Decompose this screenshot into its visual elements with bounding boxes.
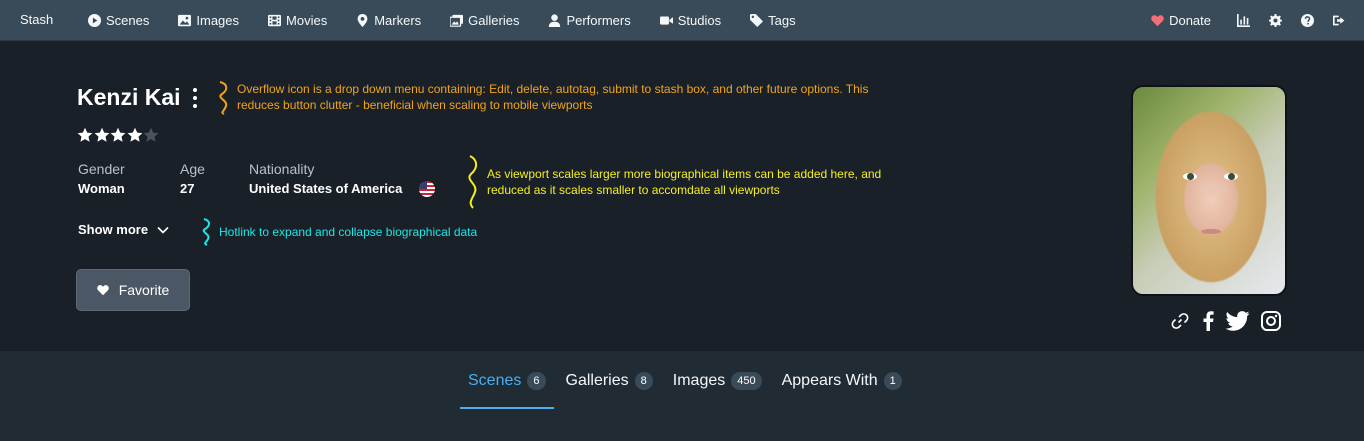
link-icon[interactable]: [1170, 311, 1190, 331]
show-more-link[interactable]: Show more: [78, 222, 169, 237]
bio-value-nationality: United States of America: [249, 181, 403, 196]
count-badge: 1: [883, 371, 902, 390]
star-empty-icon[interactable]: [143, 127, 159, 143]
performer-tabs: Scenes 6 Galleries 8 Images 450 Appears …: [460, 351, 914, 409]
help-icon[interactable]: [1301, 14, 1314, 27]
tab-appears-with[interactable]: Appears With 1: [774, 352, 910, 409]
tab-galleries[interactable]: Galleries 8: [558, 352, 661, 409]
nav-items: Scenes Images Movies Markers Galleries P…: [88, 0, 825, 41]
tag-icon: [750, 14, 764, 27]
logout-icon[interactable]: [1333, 14, 1346, 27]
performer-tabs-bar: Scenes 6 Galleries 8 Images 450 Appears …: [0, 351, 1364, 441]
star-filled-icon[interactable]: [110, 127, 126, 143]
twitter-icon[interactable]: [1226, 311, 1250, 331]
favorite-button[interactable]: Favorite: [76, 269, 190, 311]
count-badge: 8: [634, 371, 653, 390]
nav-tags[interactable]: Tags: [750, 13, 796, 28]
nav-performers[interactable]: Performers: [548, 13, 631, 28]
count-badge: 6: [527, 371, 546, 390]
rating-stars[interactable]: [77, 127, 160, 143]
annotation-hotlink: Hotlink to expand and collapse biographi…: [219, 225, 478, 239]
star-filled-icon[interactable]: [127, 127, 143, 143]
map-marker-icon: [357, 14, 368, 27]
top-navbar: Stash Scenes Images Movies Markers Galle…: [0, 0, 1364, 41]
bio-value-gender: Woman: [78, 181, 125, 196]
portrait-eye: [1224, 173, 1238, 180]
chevron-down-icon: [157, 226, 169, 234]
video-icon: [659, 16, 673, 25]
annotation-squiggle-yellow: [468, 155, 478, 209]
social-links: [1170, 311, 1292, 331]
nav-right: Donate: [1151, 0, 1346, 41]
performer-portrait[interactable]: [1131, 85, 1287, 296]
nav-markers[interactable]: Markers: [356, 13, 421, 28]
gear-icon[interactable]: [1269, 14, 1282, 27]
nav-studios[interactable]: Studios: [659, 13, 721, 28]
user-icon: [549, 14, 561, 27]
performer-name: Kenzi Kai: [77, 84, 181, 110]
tab-scenes[interactable]: Scenes 6: [460, 352, 554, 409]
overflow-menu-icon[interactable]: [191, 87, 199, 109]
brand-link[interactable]: Stash: [20, 12, 53, 27]
portrait-eye: [1183, 173, 1197, 180]
nav-scenes[interactable]: Scenes: [88, 13, 149, 28]
nav-galleries[interactable]: Galleries: [450, 13, 519, 28]
instagram-icon[interactable]: [1261, 311, 1281, 331]
annotation-bio: As viewport scales larger more biographi…: [487, 167, 882, 197]
star-filled-icon[interactable]: [77, 127, 93, 143]
facebook-icon[interactable]: [1201, 311, 1215, 331]
star-filled-icon[interactable]: [94, 127, 110, 143]
film-icon: [268, 14, 282, 27]
nav-images[interactable]: Images: [178, 13, 239, 28]
bio-label-nationality: Nationality: [249, 161, 315, 177]
tab-images[interactable]: Images 450: [665, 352, 770, 409]
annotation-squiggle-cyan: [202, 218, 210, 246]
image-icon: [178, 14, 192, 27]
bio-label-gender: Gender: [78, 161, 125, 177]
us-flag-icon: [419, 181, 435, 197]
play-circle-icon: [88, 14, 101, 27]
annotation-overflow: Overflow icon is a drop down menu contai…: [237, 82, 869, 112]
heart-icon: [1151, 15, 1164, 27]
heart-icon: [96, 285, 109, 296]
donate-button[interactable]: Donate: [1151, 13, 1211, 28]
count-badge: 450: [731, 371, 762, 390]
bio-value-age: 27: [180, 181, 195, 196]
nav-movies[interactable]: Movies: [268, 13, 327, 28]
chart-icon[interactable]: [1237, 14, 1250, 27]
images-icon: [450, 14, 464, 27]
annotation-squiggle-orange: [219, 81, 228, 115]
portrait-mouth: [1201, 229, 1221, 234]
bio-label-age: Age: [180, 161, 205, 177]
